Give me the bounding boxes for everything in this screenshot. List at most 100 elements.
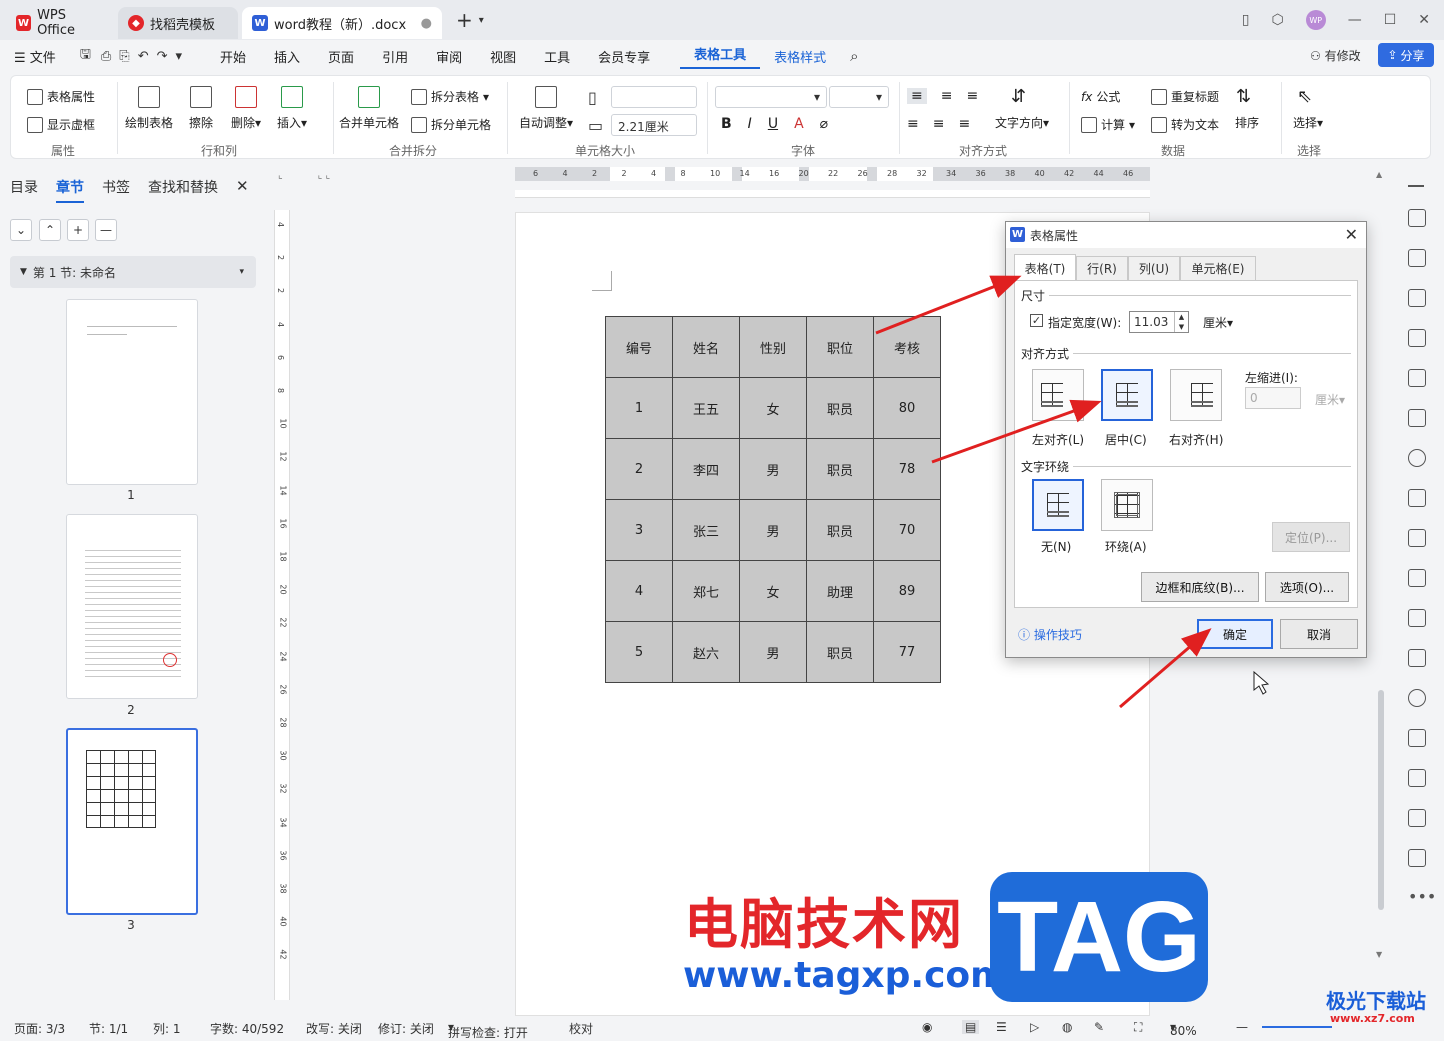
menu-reference[interactable]: 引用: [368, 47, 422, 66]
table-cell[interactable]: 男: [739, 438, 807, 500]
add-section-button[interactable]: +: [67, 219, 89, 241]
table-cell[interactable]: 李四: [672, 438, 740, 500]
split-table-button[interactable]: 拆分表格 ▾: [411, 88, 489, 105]
folder-star-icon[interactable]: [1408, 729, 1426, 747]
indent-input[interactable]: 0: [1245, 387, 1301, 409]
eye-icon[interactable]: ◉: [922, 1020, 932, 1034]
tab-find-replace[interactable]: 查找和替换: [148, 177, 218, 203]
doc-search-icon[interactable]: [1408, 849, 1426, 867]
delete-button[interactable]: 删除▾: [231, 86, 261, 131]
status-words[interactable]: 字数: 40/592: [210, 1020, 284, 1037]
menu-review[interactable]: 审阅: [422, 47, 476, 66]
save-icon[interactable]: 🖫: [80, 45, 91, 67]
indent-unit-select[interactable]: 厘米▾: [1315, 391, 1345, 408]
outline-view-icon[interactable]: ☰: [996, 1020, 1007, 1034]
menu-table-tools[interactable]: 表格工具: [680, 44, 761, 69]
minimize-icon[interactable]: —: [1348, 12, 1362, 28]
menu-member[interactable]: 会员专享: [584, 47, 664, 66]
web-view-icon[interactable]: ◍: [1062, 1020, 1072, 1034]
status-page[interactable]: 页面: 3/3: [14, 1020, 65, 1037]
table-cell[interactable]: 职员: [806, 438, 874, 500]
pen-icon[interactable]: [1408, 209, 1426, 227]
expand-down-button[interactable]: ⌄: [10, 219, 32, 241]
translate-icon[interactable]: [1408, 649, 1426, 667]
align-right-option[interactable]: [1170, 369, 1222, 421]
lock-icon[interactable]: [1408, 489, 1426, 507]
tab-bookmark[interactable]: 书签: [102, 177, 130, 203]
table-cell[interactable]: 3: [605, 499, 673, 561]
table-cell[interactable]: 赵六: [672, 621, 740, 683]
cell-height-input[interactable]: 2.21厘米: [611, 114, 697, 136]
table-header-cell[interactable]: 姓名: [672, 316, 740, 378]
table-cell[interactable]: 男: [739, 499, 807, 561]
table-cell[interactable]: 张三: [672, 499, 740, 561]
page-thumbnail-2[interactable]: [66, 514, 198, 699]
table-header-cell[interactable]: 编号: [605, 316, 673, 378]
font-name-select[interactable]: ▾: [715, 86, 827, 108]
convert-icon[interactable]: [1408, 809, 1426, 827]
table-cell[interactable]: 女: [739, 560, 807, 622]
position-button[interactable]: 定位(P)...: [1272, 522, 1350, 552]
zoom-level[interactable]: 80% ▾: [1170, 1020, 1197, 1038]
tools-icon[interactable]: [1408, 369, 1426, 387]
cell-width-input[interactable]: [611, 86, 697, 108]
table-cell[interactable]: 2: [605, 438, 673, 500]
chevron-down-icon[interactable]: ▾: [479, 15, 484, 26]
auto-adjust-button[interactable]: 自动调整▾: [519, 86, 573, 131]
status-proof[interactable]: 校对: [569, 1020, 593, 1037]
menu-page[interactable]: 页面: [314, 47, 368, 66]
tab-column[interactable]: 列(U): [1128, 256, 1180, 280]
close-pane-icon[interactable]: ✕: [236, 177, 249, 195]
tab-document[interactable]: W word教程（新）.docx ●: [242, 7, 442, 39]
table-cell[interactable]: 女: [739, 377, 807, 439]
table-header-cell[interactable]: 考核: [873, 316, 941, 378]
page-thumbnail-1[interactable]: [66, 299, 198, 485]
cursor-icon[interactable]: [1408, 249, 1426, 267]
table-cell[interactable]: 职员: [806, 621, 874, 683]
menu-file[interactable]: ☰ 文件: [0, 47, 70, 66]
merge-cells-button[interactable]: 合并单元格: [339, 86, 399, 131]
code-icon[interactable]: [1408, 529, 1426, 547]
align-top-buttons[interactable]: ≡ ≡ ≡: [907, 88, 978, 104]
quick-icons[interactable]: ⎙⎘↶↷▾: [101, 49, 190, 64]
menu-home[interactable]: 开始: [206, 47, 260, 66]
tab-cell[interactable]: 单元格(E): [1180, 256, 1256, 280]
vertical-scrollbar[interactable]: ▲ ▼: [1376, 170, 1386, 1010]
book-icon[interactable]: [1408, 409, 1426, 427]
share-button[interactable]: ⇪ 分享: [1378, 43, 1434, 67]
table-cell[interactable]: 1: [605, 377, 673, 439]
to-text-button[interactable]: 转为文本: [1151, 116, 1219, 133]
table-cell[interactable]: 89: [873, 560, 941, 622]
tab-row[interactable]: 行(R): [1076, 256, 1128, 280]
insert-button[interactable]: 插入▾: [277, 86, 307, 131]
chevron-down-icon[interactable]: ▾: [239, 267, 244, 277]
table-header-cell[interactable]: 职位: [806, 316, 874, 378]
erase-button[interactable]: 擦除: [189, 86, 213, 131]
table-cell[interactable]: 4: [605, 560, 673, 622]
history-icon[interactable]: [1408, 689, 1426, 707]
help-icon[interactable]: [1408, 449, 1426, 467]
close-icon[interactable]: ✕: [1345, 225, 1358, 244]
table-cell[interactable]: 78: [873, 438, 941, 500]
draw-table-button[interactable]: 绘制表格: [125, 86, 173, 131]
menu-tools[interactable]: 工具: [530, 47, 584, 66]
edit-icon[interactable]: [1408, 329, 1426, 347]
tab-table[interactable]: 表格(T): [1014, 254, 1076, 281]
remove-section-button[interactable]: —: [95, 219, 117, 241]
omega-icon[interactable]: [1408, 609, 1426, 627]
avatar[interactable]: WP: [1305, 10, 1326, 30]
menu-insert[interactable]: 插入: [260, 47, 314, 66]
tab-wps-office[interactable]: W WPS Office: [6, 7, 114, 39]
font-style-buttons[interactable]: B I U A ⌀: [721, 116, 828, 132]
menu-table-style[interactable]: 表格样式: [760, 47, 840, 66]
sort-button[interactable]: ⇅ 排序: [1235, 86, 1259, 131]
repeat-title-button[interactable]: 重复标题: [1151, 88, 1219, 105]
scroll-thumb[interactable]: [1378, 690, 1384, 910]
table-properties-button[interactable]: 表格属性: [27, 88, 95, 105]
formula-button[interactable]: fx 公式: [1081, 88, 1120, 105]
close-icon[interactable]: ✕: [1418, 12, 1430, 28]
text-direction-button[interactable]: ⇵ 文字方向▾: [995, 86, 1049, 131]
calculate-button[interactable]: 计算 ▾: [1081, 116, 1135, 133]
status-overwrite[interactable]: 改写: 关闭: [306, 1020, 362, 1037]
align-bottom-buttons[interactable]: ≡ ≡ ≡: [907, 116, 970, 132]
